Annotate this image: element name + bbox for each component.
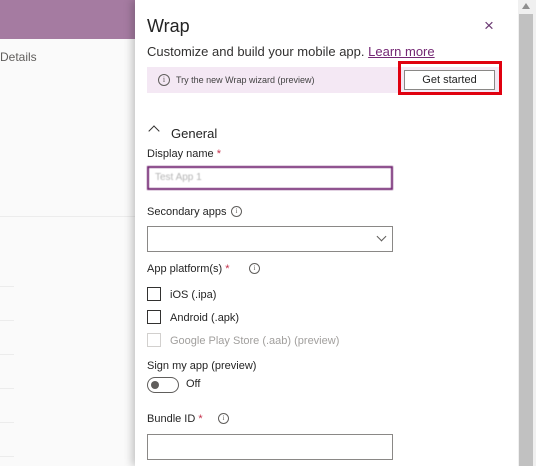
close-icon[interactable]: × bbox=[484, 16, 494, 36]
toggle-state-label: Off bbox=[186, 378, 201, 390]
display-name-label: Display name * bbox=[147, 148, 221, 160]
info-icon[interactable]: i bbox=[218, 413, 229, 424]
sign-app-label: Sign my app (preview) bbox=[147, 360, 257, 372]
android-checkbox[interactable] bbox=[147, 310, 161, 324]
bundle-id-input[interactable] bbox=[147, 434, 393, 460]
required-marker: * bbox=[198, 413, 203, 425]
learn-more-link[interactable]: Learn more bbox=[368, 44, 434, 59]
toggle-knob bbox=[151, 381, 159, 389]
background-page bbox=[0, 39, 135, 466]
google-play-checkbox bbox=[147, 333, 161, 347]
banner-text: Try the new Wrap wizard (preview) bbox=[176, 75, 315, 85]
required-marker: * bbox=[225, 263, 230, 275]
scrollbar-thumb[interactable] bbox=[519, 14, 533, 466]
section-general-title[interactable]: General bbox=[171, 126, 217, 141]
divider bbox=[0, 456, 14, 457]
bundle-id-label: Bundle ID * bbox=[147, 413, 203, 425]
label-text: Display name bbox=[147, 148, 214, 160]
divider bbox=[0, 354, 14, 355]
info-icon[interactable]: i bbox=[249, 263, 260, 274]
app-platforms-label: App platform(s) * bbox=[147, 263, 230, 275]
label-text: Bundle ID bbox=[147, 413, 196, 425]
info-icon[interactable]: i bbox=[231, 206, 242, 217]
divider bbox=[0, 422, 14, 423]
panel-subtitle: Customize and build your mobile app. Lea… bbox=[147, 44, 435, 59]
divider bbox=[0, 286, 14, 287]
secondary-apps-label: Secondary apps bbox=[147, 206, 227, 218]
divider bbox=[0, 320, 14, 321]
divider bbox=[0, 216, 135, 217]
divider bbox=[0, 388, 14, 389]
ios-option-label[interactable]: iOS (.ipa) bbox=[170, 289, 216, 301]
ios-checkbox[interactable] bbox=[147, 287, 161, 301]
get-started-button[interactable]: Get started bbox=[404, 70, 495, 90]
display-name-input[interactable]: Test App 1 bbox=[147, 166, 393, 190]
info-icon: i bbox=[158, 74, 170, 86]
secondary-apps-dropdown[interactable] bbox=[147, 226, 393, 252]
google-play-option-label: Google Play Store (.aab) (preview) bbox=[170, 335, 340, 347]
required-marker: * bbox=[216, 148, 221, 160]
scroll-up-arrow-icon[interactable] bbox=[522, 3, 530, 9]
subtitle-text: Customize and build your mobile app. bbox=[147, 44, 365, 59]
android-option-label[interactable]: Android (.apk) bbox=[170, 312, 239, 324]
label-text: App platform(s) bbox=[147, 263, 223, 275]
details-tab[interactable]: Details bbox=[0, 50, 37, 64]
panel-title: Wrap bbox=[147, 16, 190, 36]
